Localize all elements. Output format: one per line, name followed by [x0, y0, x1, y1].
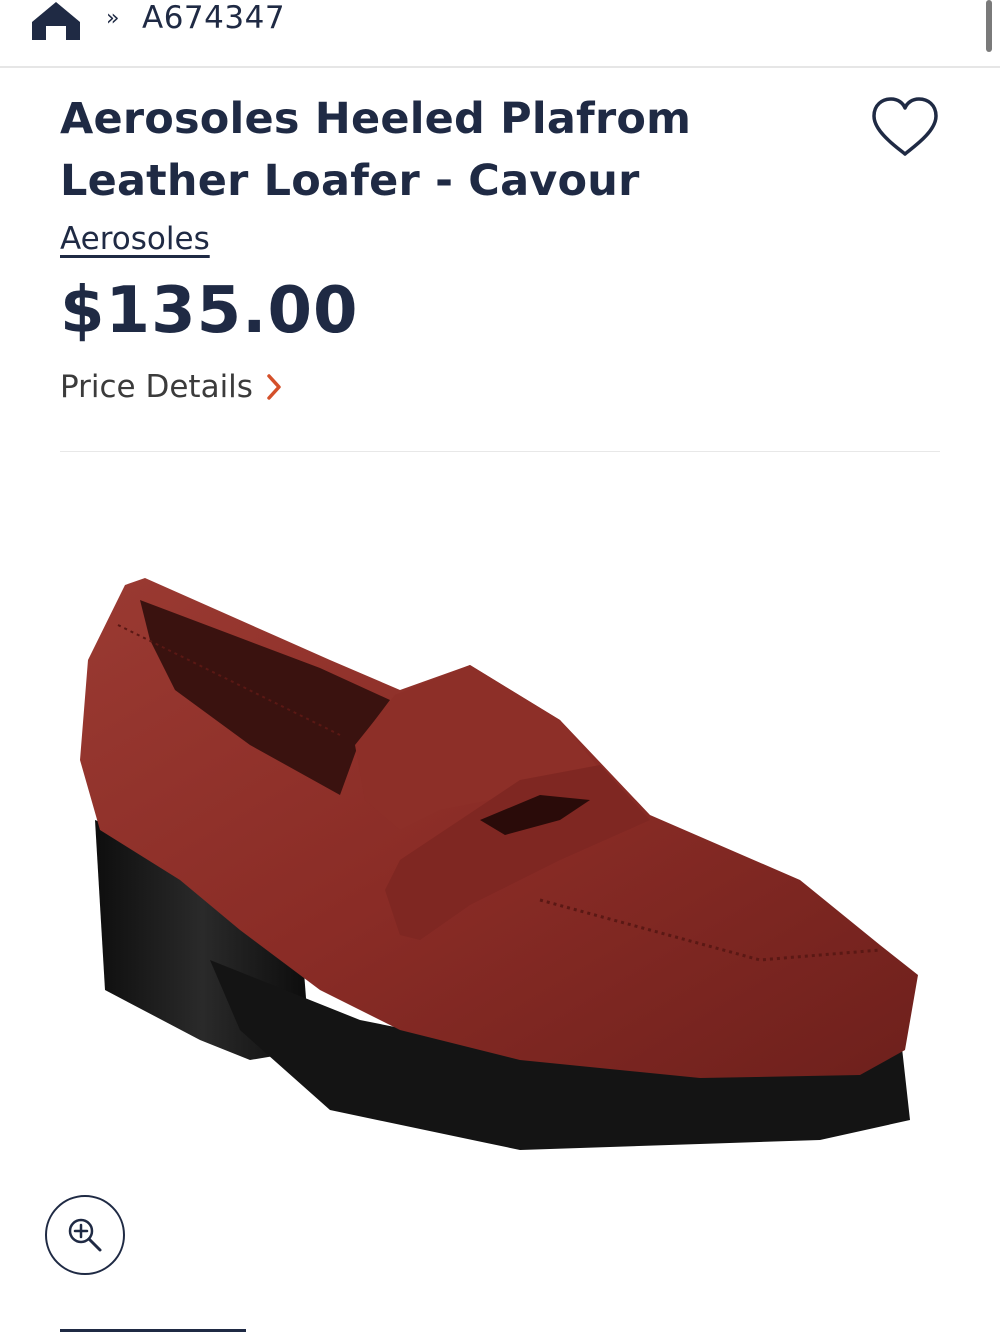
zoom-in-icon [68, 1218, 102, 1252]
carousel-indicator [60, 1329, 246, 1332]
product-title: Aerosoles Heeled Plafrom Leather Loafer … [60, 94, 692, 206]
heart-icon[interactable] [868, 94, 942, 160]
price-details-label: Price Details [60, 369, 253, 405]
chevron-right-icon [267, 374, 281, 400]
breadcrumb-bar: » A674347 [0, 0, 1000, 68]
breadcrumb-product-id: A674347 [142, 0, 286, 36]
price-details-link[interactable]: Price Details [60, 369, 283, 405]
product-image[interactable] [0, 470, 1000, 1290]
product-price: $135.00 [60, 274, 359, 348]
zoom-button[interactable] [45, 1195, 125, 1275]
section-divider [60, 451, 940, 452]
breadcrumb-separator: » [106, 6, 120, 31]
product-page: » A674347 Aerosoles Heeled Plafrom Leath… [0, 0, 1000, 1333]
brand-link[interactable]: Aerosoles [60, 221, 210, 257]
scrollbar[interactable] [986, 0, 992, 52]
home-icon[interactable] [30, 0, 82, 40]
